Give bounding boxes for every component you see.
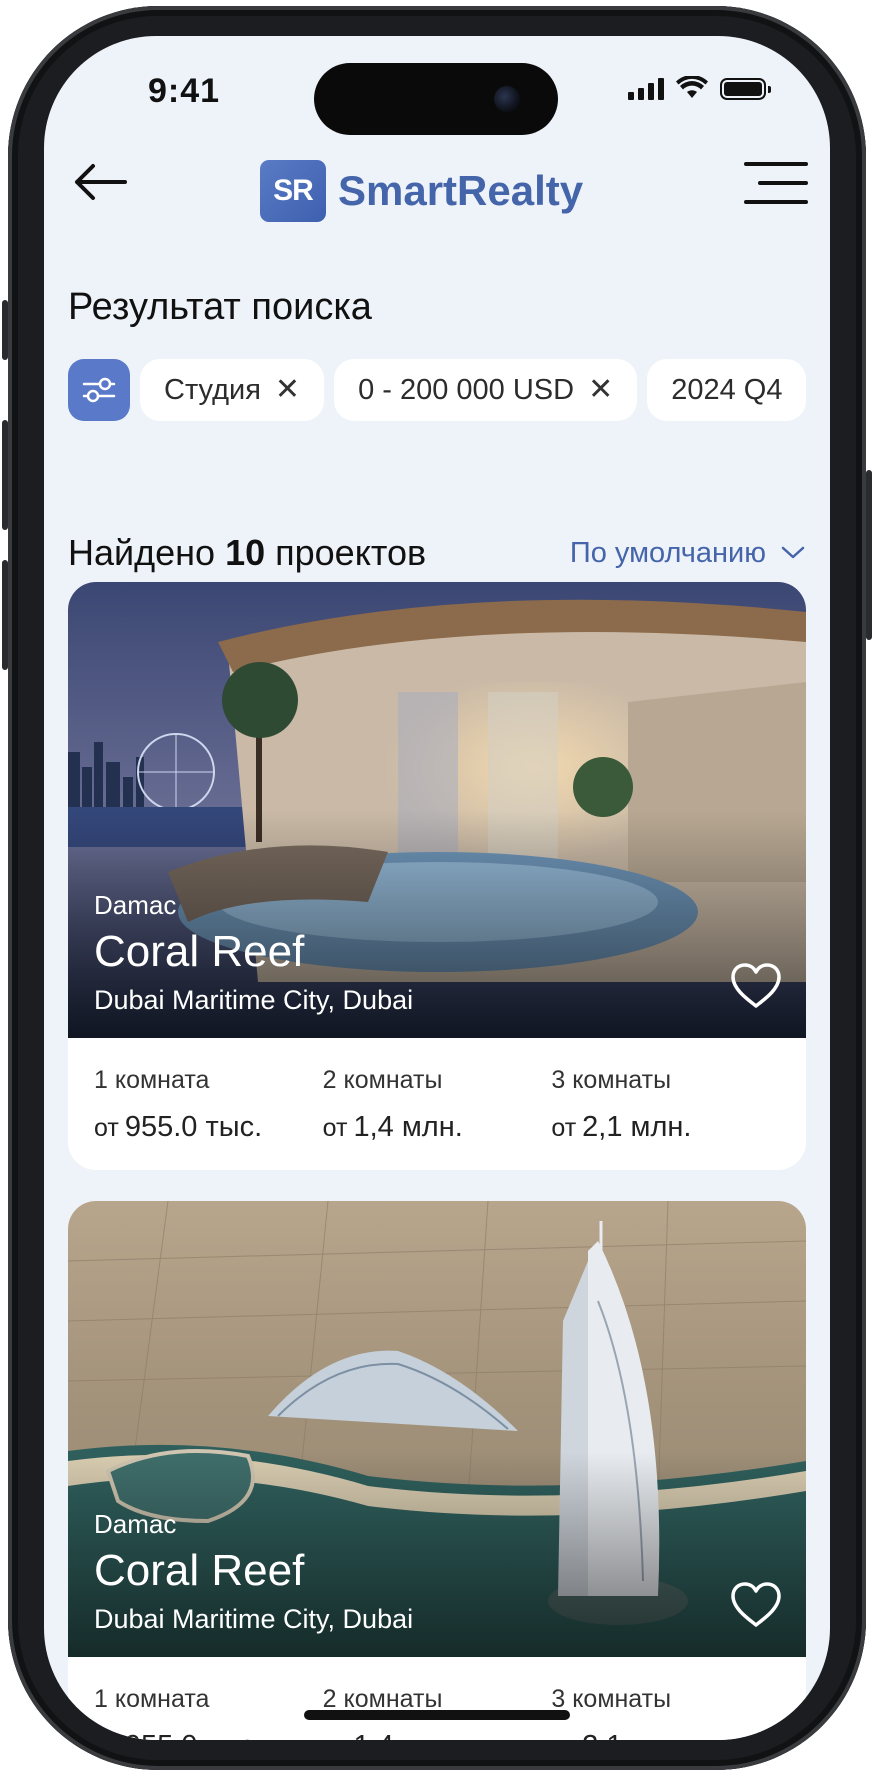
logo-text: SmartRealty	[338, 167, 584, 214]
filter-settings-icon	[82, 377, 116, 403]
app-screen: 9:41 SR SmartRealty Результат поиска Сту…	[44, 36, 830, 1740]
card-overlay: Damac Coral Reef Dubai Maritime City, Du…	[94, 1509, 413, 1635]
filter-bar: Студия ✕ 0 - 200 000 USD ✕ 2024 Q4	[68, 359, 807, 421]
close-icon[interactable]: ✕	[275, 375, 300, 405]
power-button	[866, 470, 872, 640]
developer-name: Damac	[94, 890, 177, 920]
developer-name: Damac	[94, 1509, 177, 1539]
status-icons	[628, 76, 771, 100]
results-suffix: проектов	[275, 532, 427, 573]
results-count: Найдено 10 проектов	[68, 532, 426, 574]
results-header: Найдено 10 проектов По умолчанию	[68, 532, 806, 574]
back-arrow-icon	[75, 164, 127, 200]
price-item: 1 комната от955.0 тыс.	[94, 1685, 323, 1740]
price-item: 3 комнаты от2,1 млн.	[551, 1685, 780, 1740]
heart-icon[interactable]	[730, 962, 782, 1010]
logo-mark: SR	[260, 160, 326, 222]
price-item: 2 комнаты от1,4 млн.	[323, 1066, 552, 1144]
filter-settings-button[interactable]	[68, 359, 130, 421]
price-item: 1 комната от955.0 тыс.	[94, 1066, 323, 1144]
project-card[interactable]: Damac Coral Reef Dubai Maritime City, Du…	[68, 1201, 806, 1740]
chip-label: Студия	[164, 373, 261, 406]
price-list: 1 комната от955.0 тыс. 2 комнаты от1,4 м…	[68, 1038, 806, 1170]
price-value: от955.0 тыс.	[94, 1111, 263, 1143]
volume-up-button	[2, 420, 8, 530]
app-logo: SR SmartRealty	[260, 160, 583, 222]
price-list: 1 комната от955.0 тыс. 2 комнаты от1,4 м…	[68, 1657, 806, 1740]
card-overlay: Damac Coral Reef Dubai Maritime City, Du…	[94, 890, 413, 1016]
wifi-icon	[676, 76, 708, 98]
page-title: Результат поиска	[68, 286, 372, 328]
sort-label: По умолчанию	[569, 536, 766, 569]
results-number: 10	[225, 532, 266, 573]
price-item: 3 комнаты от2,1 млн.	[551, 1066, 780, 1144]
price-value: от1,4 млн.	[323, 1730, 552, 1740]
heart-icon[interactable]	[730, 1581, 782, 1629]
back-button[interactable]	[70, 152, 130, 212]
signal-icon	[628, 78, 664, 100]
rooms-label: 1 комната	[94, 1685, 210, 1713]
price-value: от955.0 тыс.	[94, 1730, 323, 1740]
project-name: Coral Reef	[94, 927, 305, 976]
project-card[interactable]: Damac Coral Reef Dubai Maritime City, Du…	[68, 582, 806, 1170]
chip-label: 0 - 200 000 USD	[358, 373, 575, 406]
filter-chip-type[interactable]: Студия ✕	[140, 359, 325, 421]
volume-down-button	[2, 560, 8, 670]
menu-icon	[744, 162, 808, 166]
rooms-label: 2 комнаты	[322, 1066, 443, 1094]
price-value: от1,4 млн.	[322, 1111, 463, 1143]
project-location: Dubai Maritime City, Dubai	[94, 985, 414, 1015]
rooms-label: 3 комнаты	[551, 1066, 672, 1094]
sort-dropdown[interactable]: По умолчанию	[570, 537, 806, 570]
project-image: Damac Coral Reef Dubai Maritime City, Du…	[68, 582, 806, 1038]
price-value: от2,1 млн.	[551, 1730, 780, 1740]
chevron-down-icon	[781, 546, 805, 559]
project-location: Dubai Maritime City, Dubai	[94, 1604, 414, 1634]
close-icon[interactable]: ✕	[588, 375, 613, 405]
price-value: от2,1 млн.	[551, 1111, 692, 1143]
dynamic-island	[314, 63, 558, 135]
filter-chip-price[interactable]: 0 - 200 000 USD ✕	[334, 359, 638, 421]
chip-label: 2024 Q4	[671, 373, 783, 406]
home-indicator[interactable]	[304, 1710, 570, 1720]
camera-icon	[494, 86, 520, 112]
project-image: Damac Coral Reef Dubai Maritime City, Du…	[68, 1201, 806, 1657]
filter-chip-date[interactable]: 2024 Q4	[647, 359, 807, 421]
rooms-label: 1 комната	[94, 1066, 210, 1094]
status-time: 9:41	[148, 72, 221, 110]
results-prefix: Найдено	[68, 532, 216, 573]
action-button	[2, 300, 8, 360]
battery-icon	[720, 78, 771, 100]
menu-button[interactable]	[742, 158, 808, 208]
rooms-label: 3 комнаты	[551, 1685, 672, 1713]
project-name: Coral Reef	[94, 1546, 305, 1595]
